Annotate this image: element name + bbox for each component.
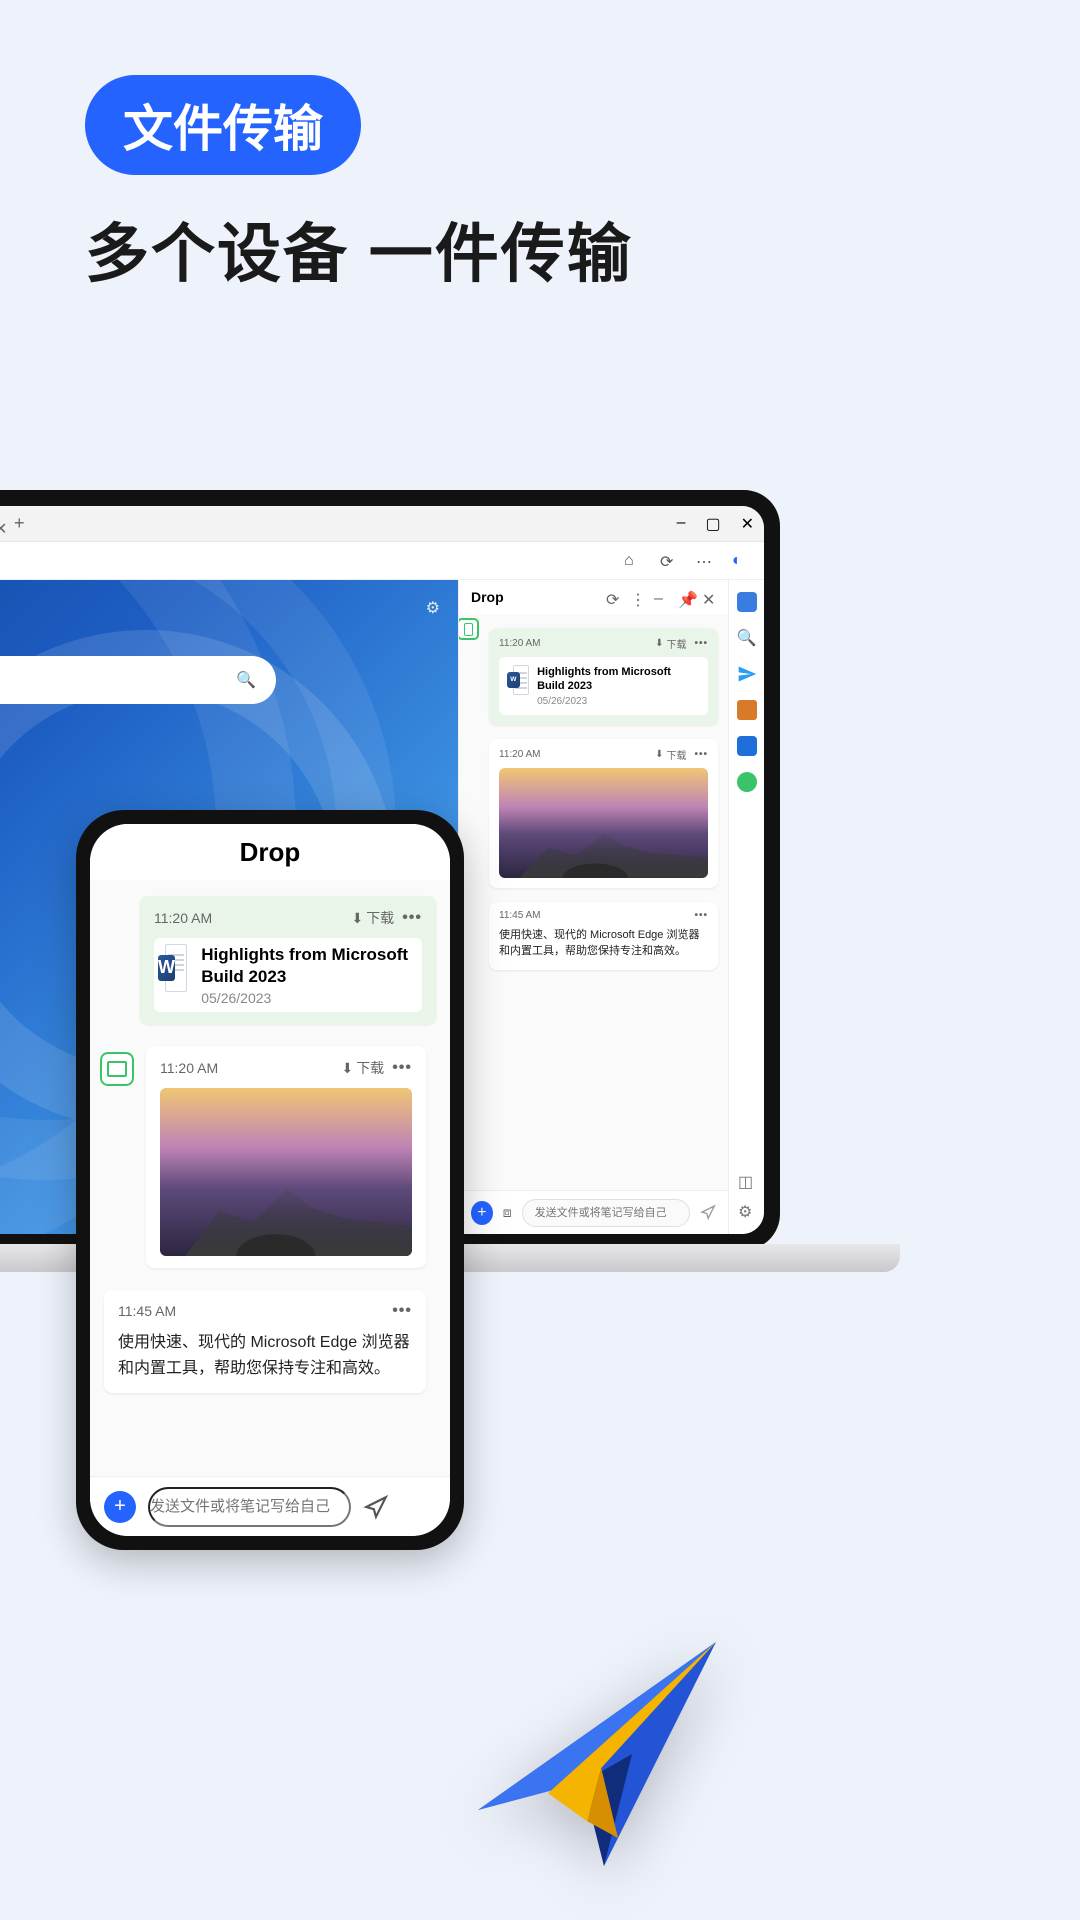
drop-title: Drop [471,589,596,605]
word-file-icon: W [507,665,529,695]
message-time: 11:20 AM [499,749,647,760]
compose-input[interactable] [148,1487,351,1527]
capture-icon[interactable]: ⧈ [503,1204,512,1221]
more-icon[interactable]: ⋮ [630,590,644,604]
download-button[interactable]: ⬇ 下载 [351,908,394,928]
message-menu-icon[interactable]: ••• [402,909,422,927]
gear-icon[interactable]: ⚙ [426,598,440,618]
word-file-icon: W [158,944,187,992]
message-menu-icon[interactable]: ••• [392,1059,412,1077]
maximize-icon[interactable]: ▢ [705,514,720,534]
sidebar-footer: ◫ ⚙ [738,1172,756,1220]
message-image[interactable]: 11:20 AM ⬇ 下载 ••• [146,1046,426,1268]
tab-close-icon[interactable]: ✕ [0,519,4,529]
new-tab-button[interactable]: + [14,513,25,534]
mobile-device-icon [459,618,479,640]
desktop-device-icon [100,1052,134,1086]
message-file[interactable]: 11:20 AM ⬇ 下载 ••• W Highlights from Micr… [489,628,718,725]
minimize-icon[interactable]: – [654,590,668,604]
file-date: 05/26/2023 [537,696,700,707]
message-note[interactable]: 11:45 AM ••• 使用快速、现代的 Microsoft Edge 浏览器… [489,902,718,970]
hero-pill: 文件传输 [85,75,361,175]
phone-messages: 11:20 AM ⬇ 下载 ••• W Highlights from Micr… [90,880,450,1476]
outlook-icon[interactable] [737,736,757,756]
home-icon[interactable]: ⌂ [624,552,642,570]
drop-messages: 11:20 AM ⬇ 下载 ••• W Highlights from Micr… [459,614,728,1190]
message-time: 11:20 AM [160,1060,333,1076]
message-menu-icon[interactable]: ••• [694,910,708,921]
file-name: Highlights from Microsoft Build 2023 [537,665,700,694]
briefcase-icon[interactable] [737,700,757,720]
phone-screen: Drop 11:20 AM ⬇ 下载 ••• W Highlights from… [90,824,450,1536]
close-icon[interactable]: ✕ [741,514,754,534]
tag-icon[interactable] [737,592,757,612]
message-menu-icon[interactable]: ••• [694,749,708,760]
refresh-icon[interactable]: ⟳ [660,552,678,570]
settings-icon[interactable]: ⚙ [738,1202,756,1220]
browser-tabstrip: ✕ + – ▢ ✕ [0,506,764,542]
file-name: Highlights from Microsoft Build 2023 [201,944,418,988]
message-file[interactable]: 11:20 AM ⬇ 下载 ••• W Highlights from Micr… [140,896,436,1024]
search-icon: 🔍 [236,670,256,690]
message-note[interactable]: 11:45 AM ••• 使用快速、现代的 Microsoft Edge 浏览器… [104,1290,426,1393]
message-time: 11:45 AM [499,910,686,921]
window-controls: – ▢ ✕ [677,514,754,534]
compose-input[interactable] [522,1199,690,1227]
refresh-icon[interactable]: ⟳ [606,590,620,604]
image-preview [499,768,708,878]
hero: 文件传输 多个设备 一件传输 [85,75,633,295]
drop-header: Drop ⟳ ⋮ – 📌 ✕ [459,580,728,614]
message-time: 11:45 AM [118,1303,384,1319]
split-icon[interactable]: ◫ [738,1172,756,1190]
paper-plane-icon [450,1600,730,1880]
message-menu-icon[interactable]: ••• [694,638,708,649]
add-button[interactable]: + [104,1491,136,1523]
message-time: 11:20 AM [499,638,647,649]
note-text: 使用快速、现代的 Microsoft Edge 浏览器和内置工具，帮助您保持专注… [499,927,708,960]
copilot-icon[interactable]: ◐ [732,552,750,570]
download-button[interactable]: ⬇ 下载 [341,1058,384,1078]
browser-toolbar: ⌂ ⟳ ⋯ ◐ [0,542,764,580]
note-text: 使用快速、现代的 Microsoft Edge 浏览器和内置工具，帮助您保持专注… [118,1330,412,1381]
hero-headline: 多个设备 一件传输 [85,203,633,295]
message-time: 11:20 AM [154,910,343,926]
phone-composer: + [90,1476,450,1536]
phone-drop-title: Drop [90,824,450,880]
pin-icon[interactable]: 📌 [678,590,692,604]
phone-frame: Drop 11:20 AM ⬇ 下载 ••• W Highlights from… [76,810,464,1550]
minimize-icon[interactable]: – [677,514,686,534]
message-menu-icon[interactable]: ••• [392,1302,412,1320]
line-icon[interactable] [737,772,757,792]
file-date: 05/26/2023 [201,990,418,1006]
image-preview [160,1088,412,1256]
download-button[interactable]: ⬇ 下载 [655,636,686,651]
drop-panel: Drop ⟳ ⋮ – 📌 ✕ 11:20 AM ⬇ 下载 ••• [458,580,728,1234]
message-image[interactable]: 11:20 AM ⬇ 下载 ••• [489,739,718,888]
search-input[interactable]: 🔍 [0,656,276,704]
send-icon[interactable] [363,1494,389,1520]
drop-composer: + ⧈ [459,1190,728,1234]
close-icon[interactable]: ✕ [702,590,716,604]
send-icon[interactable] [700,1204,716,1222]
edge-sidebar: 🔍 [728,580,764,1234]
add-button[interactable]: + [471,1201,493,1225]
send-icon[interactable] [737,664,757,684]
search-icon[interactable]: 🔍 [737,628,757,648]
more-icon[interactable]: ⋯ [696,552,714,570]
download-button[interactable]: ⬇ 下载 [655,747,686,762]
